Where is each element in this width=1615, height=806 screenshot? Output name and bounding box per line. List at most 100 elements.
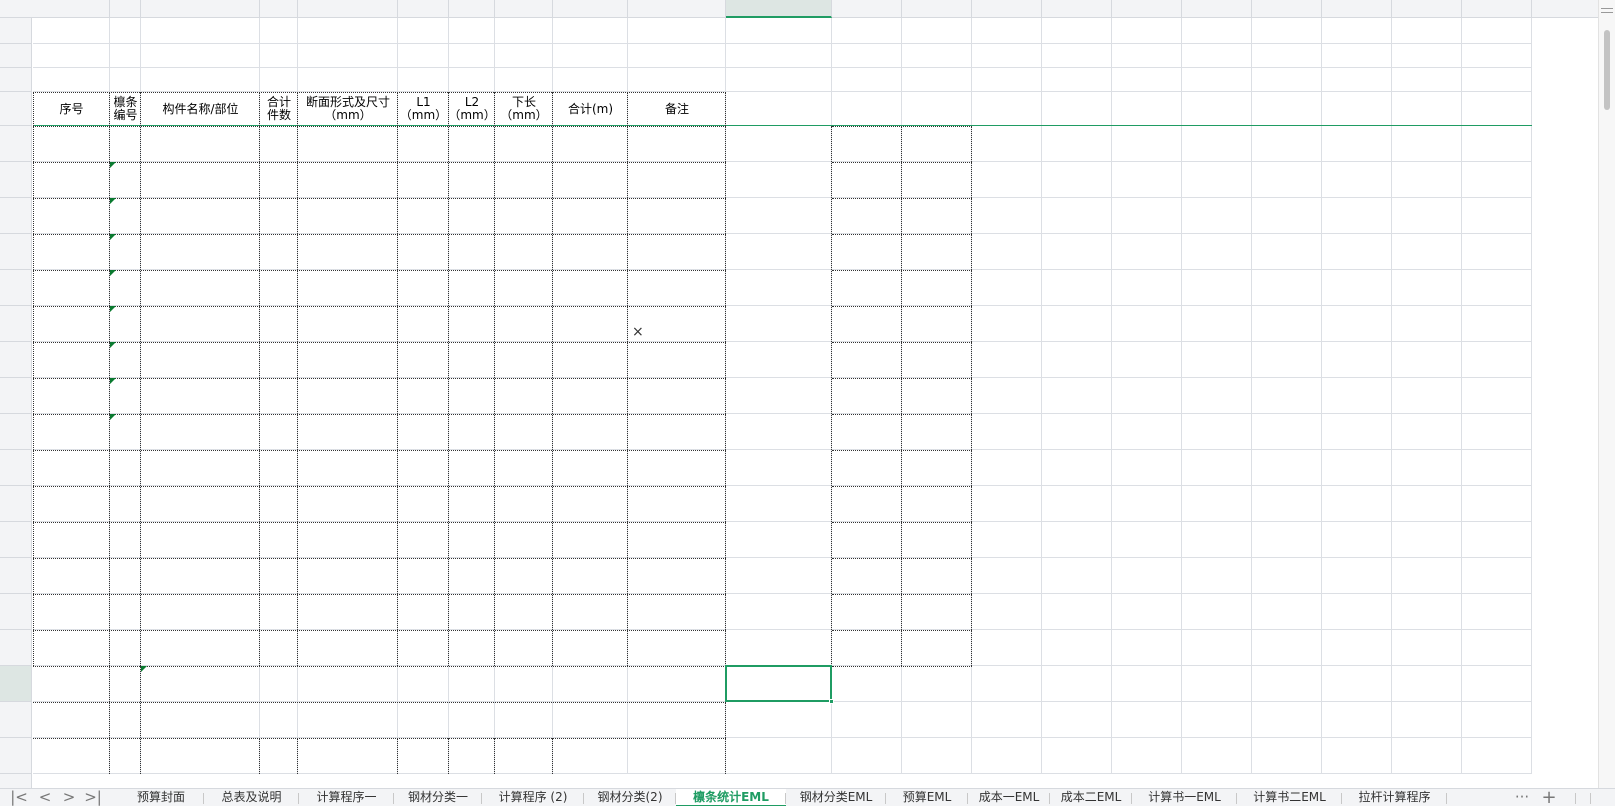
cell-p	[832, 594, 902, 630]
cell-p	[832, 522, 902, 558]
row-header-18[interactable]	[0, 594, 31, 630]
sheet-tab[interactable]: 预算EML	[886, 789, 968, 806]
more-tabs-icon[interactable]: ···	[1512, 789, 1532, 806]
cell-section	[298, 630, 398, 666]
cell-l1	[398, 486, 449, 522]
row-header-9[interactable]	[0, 270, 31, 306]
column-header-n[interactable]	[628, 0, 726, 18]
cell-total-m	[553, 630, 628, 666]
column-header-s[interactable]	[1042, 0, 1112, 18]
close-icon[interactable]: ×	[632, 324, 644, 340]
sheet-tab[interactable]: 成本一EML	[968, 789, 1050, 806]
sheet-tab[interactable]: 拉杆计算程序	[1342, 789, 1447, 806]
column-header-j[interactable]	[398, 0, 449, 18]
row-header-14[interactable]	[0, 450, 31, 486]
first-sheet-icon[interactable]: |<	[8, 789, 30, 806]
totals-label	[141, 126, 260, 162]
row-header-16[interactable]	[0, 522, 31, 558]
cell-purlin-no	[110, 522, 141, 558]
cell-l1	[398, 162, 449, 198]
totals-remark	[628, 126, 726, 162]
cell-count	[260, 558, 298, 594]
selected-cell[interactable]	[725, 665, 832, 702]
row-header-20[interactable]	[0, 666, 31, 702]
row-header-4[interactable]	[0, 92, 31, 126]
row-header-3[interactable]	[0, 68, 31, 92]
column-header-i[interactable]	[298, 0, 398, 18]
row-header-11[interactable]	[0, 342, 31, 378]
column-header-a[interactable]	[33, 0, 110, 18]
row-header-10[interactable]	[0, 306, 31, 342]
column-header-o[interactable]	[726, 0, 832, 18]
row-header-13[interactable]	[0, 414, 31, 450]
cell-total-m	[553, 198, 628, 234]
row-header-22[interactable]	[0, 738, 31, 774]
add-sheet-icon[interactable]: +	[1538, 789, 1560, 806]
column-header-x[interactable]	[1392, 0, 1462, 18]
tab-scroll-handle[interactable]	[1575, 793, 1576, 804]
column-header-c[interactable]	[141, 0, 260, 18]
row-header-7[interactable]	[0, 198, 31, 234]
column-header-y[interactable]	[1462, 0, 1532, 18]
row-header-8[interactable]	[0, 234, 31, 270]
row-header-15[interactable]	[0, 486, 31, 522]
sheet-tab[interactable]: 成本二EML	[1050, 789, 1132, 806]
cell-seq	[33, 342, 110, 378]
sheet-tab[interactable]: 计算程序一	[299, 789, 394, 806]
column-header-q[interactable]	[902, 0, 972, 18]
column-header-r[interactable]	[972, 0, 1042, 18]
row-header-21[interactable]	[0, 702, 31, 738]
row-header-5[interactable]	[0, 126, 31, 162]
row-header-17[interactable]	[0, 558, 31, 594]
cell-count	[260, 594, 298, 630]
cell-cut-length	[495, 342, 553, 378]
cell-total-m	[553, 234, 628, 270]
cell-cut-length	[495, 558, 553, 594]
row-header-6[interactable]	[0, 162, 31, 198]
sheet-tab[interactable]: 钢材分类一	[394, 789, 482, 806]
scroll-thumb[interactable]	[1604, 30, 1610, 110]
column-header-v[interactable]	[1252, 0, 1322, 18]
sheet-tab[interactable]: 计算书一EML	[1132, 789, 1237, 806]
cell-count	[260, 162, 298, 198]
column-header-b[interactable]	[110, 0, 141, 18]
last-sheet-icon[interactable]: >|	[82, 789, 104, 806]
sheet-tab[interactable]: 计算书二EML	[1237, 789, 1342, 806]
table-border	[397, 738, 398, 774]
cell-cut-length	[495, 162, 553, 198]
column-header-f[interactable]	[260, 0, 298, 18]
cell-remark	[628, 234, 726, 270]
cell-count	[260, 198, 298, 234]
column-header-p[interactable]	[832, 0, 902, 18]
row-header-1[interactable]	[0, 18, 31, 44]
row-header-19[interactable]	[0, 630, 31, 666]
column-header-l[interactable]	[495, 0, 553, 18]
column-header-t[interactable]	[1112, 0, 1182, 18]
vertical-scrollbar[interactable]	[1598, 0, 1615, 788]
sheet-tab[interactable]: 檩条统计EML	[676, 789, 786, 806]
sheet-grid[interactable]: 序号 檩条 编号 构件名称/部位 合计 件数 断面形式及尺寸 （mm） L1 （mm） L2 （mm）…	[33, 18, 1598, 788]
sheet-tab[interactable]: 钢材分类EML	[786, 789, 886, 806]
column-header-k[interactable]	[449, 0, 495, 18]
prev-sheet-icon[interactable]: <	[34, 789, 56, 806]
sheet-tab[interactable]: 计算程序 (2)	[482, 789, 584, 806]
row-header-12[interactable]	[0, 378, 31, 414]
cell-part	[141, 378, 260, 414]
row-header-2[interactable]	[0, 44, 31, 68]
sheet-tab[interactable]: 预算封面	[118, 789, 204, 806]
next-sheet-icon[interactable]: >	[58, 789, 80, 806]
fill-handle[interactable]	[829, 699, 834, 704]
column-header-m[interactable]	[553, 0, 628, 18]
cell-l1	[398, 198, 449, 234]
cell-remark	[628, 270, 726, 306]
tab-scroll-handle[interactable]	[1590, 793, 1591, 804]
sheet-tab[interactable]: 总表及说明	[204, 789, 299, 806]
cell-section	[298, 414, 398, 450]
cell-part	[141, 594, 260, 630]
cell-q	[902, 414, 972, 450]
sheet-tab[interactable]: 钢材分类(2)	[584, 789, 676, 806]
cell-section	[298, 342, 398, 378]
column-header-w[interactable]	[1322, 0, 1392, 18]
column-header-u[interactable]	[1182, 0, 1252, 18]
split-handle[interactable]	[1601, 8, 1613, 13]
